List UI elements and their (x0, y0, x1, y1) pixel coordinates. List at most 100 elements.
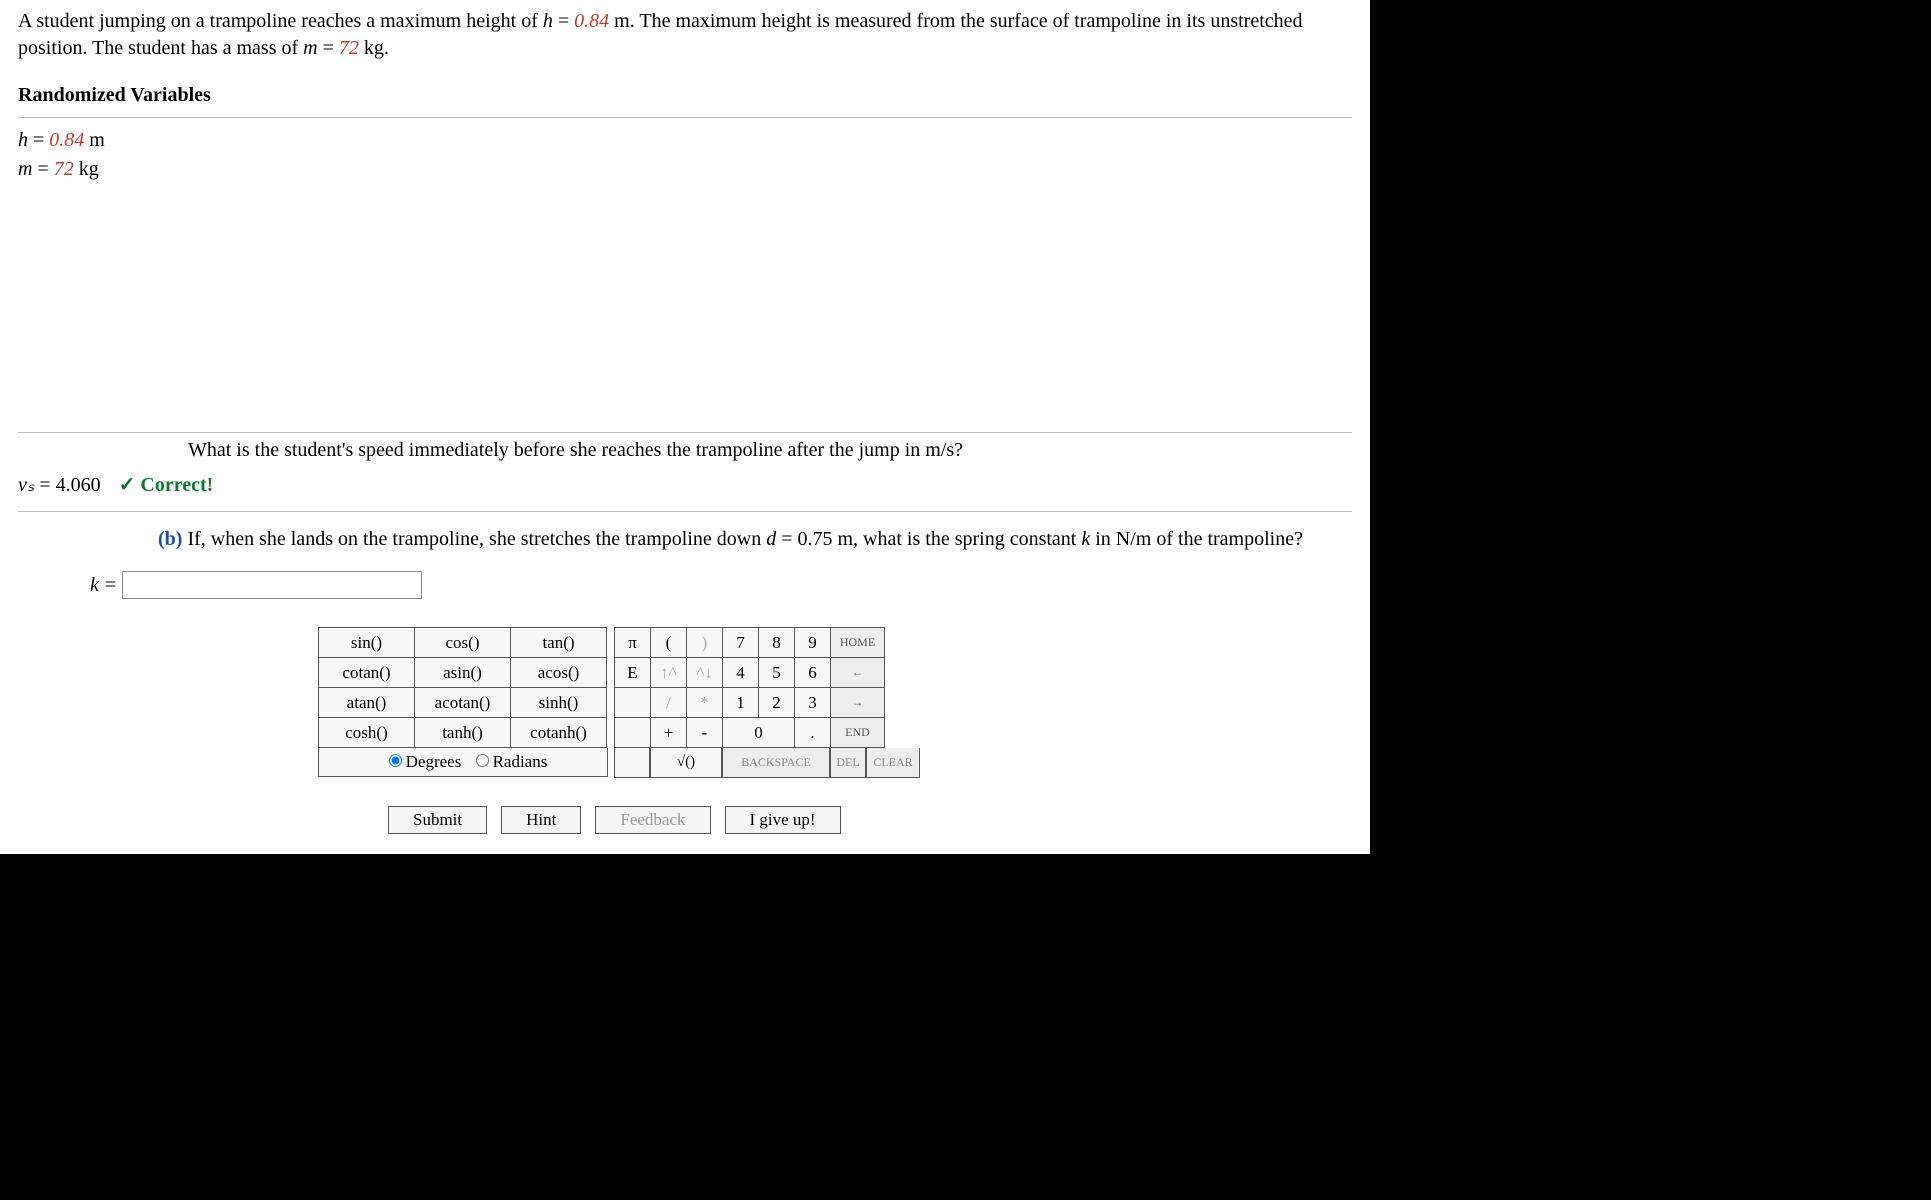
key-2[interactable]: 2 (759, 688, 795, 718)
key-8[interactable]: 8 (759, 628, 795, 658)
h-unit: m. (609, 10, 639, 32)
key-cos[interactable]: cos() (415, 628, 511, 658)
key-9[interactable]: 9 (795, 628, 831, 658)
h-eq: = (553, 10, 574, 32)
hint-button[interactable]: Hint (501, 806, 581, 834)
feedback-button[interactable]: Feedback (595, 806, 710, 834)
action-buttons: Submit Hint Feedback I give up! (388, 806, 1352, 834)
key-tan[interactable]: tan() (511, 628, 607, 658)
key-atan[interactable]: atan() (319, 688, 415, 718)
key-dot[interactable]: . (795, 718, 831, 748)
key-7[interactable]: 7 (723, 628, 759, 658)
var-m-eq: = (32, 158, 53, 180)
key-asin[interactable]: asin() (415, 658, 511, 688)
k-answer-label: k (90, 574, 99, 597)
m-unit: kg. (359, 37, 389, 59)
function-table: sin() cos() tan() cotan() asin() acos() … (318, 627, 607, 748)
answer-input[interactable] (122, 571, 422, 599)
answer-row: k = (18, 557, 1352, 613)
radians-option[interactable]: Radians (466, 752, 548, 771)
key-home[interactable]: HOME (831, 628, 885, 658)
divider-3 (18, 511, 1352, 512)
key-plus[interactable]: + (651, 718, 687, 748)
key-e[interactable]: E (615, 658, 651, 688)
key-close-paren[interactable]: ) (687, 628, 723, 658)
var-h: h = 0.84 m (18, 126, 1352, 155)
correct-indicator: ✓ Correct! (119, 472, 214, 497)
key-clear[interactable]: CLEAR (866, 748, 920, 778)
key-end[interactable]: END (831, 718, 885, 748)
key-acotan[interactable]: acotan() (415, 688, 511, 718)
key-power-down[interactable]: ^↓ (687, 658, 723, 688)
key-cosh[interactable]: cosh() (319, 718, 415, 748)
key-multiply[interactable]: * (687, 688, 723, 718)
key-1[interactable]: 1 (723, 688, 759, 718)
degrees-label: Degrees (406, 752, 462, 771)
key-3[interactable]: 3 (795, 688, 831, 718)
divider-2 (18, 432, 1352, 433)
part-b-label: (b) (158, 528, 182, 550)
var-h-val: 0.84 (49, 129, 84, 151)
k-symbol: k (1081, 528, 1090, 550)
d-symbol: d (766, 528, 776, 550)
radians-radio[interactable] (476, 754, 489, 767)
key-cotan[interactable]: cotan() (319, 658, 415, 688)
key-4[interactable]: 4 (723, 658, 759, 688)
vs-value: = 4.060 (34, 474, 100, 496)
angle-mode: Degrees Radians (318, 748, 608, 777)
var-m-val: 72 (54, 158, 74, 180)
key-acos[interactable]: acos() (511, 658, 607, 688)
key-5[interactable]: 5 (759, 658, 795, 688)
giveup-button[interactable]: I give up! (725, 806, 841, 834)
key-blank3 (614, 748, 650, 778)
d-eq-text: = 0.75 m, what is the spring constant (776, 528, 1081, 550)
key-sinh[interactable]: sinh() (511, 688, 607, 718)
m-value: 72 (339, 37, 359, 59)
part-a-answer-row: vₛ = 4.060 ✓ Correct! (18, 466, 1352, 507)
key-6[interactable]: 6 (795, 658, 831, 688)
key-blank2 (615, 718, 651, 748)
key-pi[interactable]: π (615, 628, 651, 658)
key-divide[interactable]: / (651, 688, 687, 718)
intro-prefix: A student jumping on a trampoline reache… (18, 10, 543, 32)
m-symbol: m (303, 37, 317, 59)
radians-label: Radians (493, 752, 548, 771)
key-tanh[interactable]: tanh() (415, 718, 511, 748)
key-cotanh[interactable]: cotanh() (511, 718, 607, 748)
vs-result: vₛ = 4.060 (18, 472, 101, 497)
problem-page: A student jumping on a trampoline reache… (0, 0, 1370, 854)
part-b-text-a: If, when she lands on the trampoline, sh… (182, 528, 766, 550)
key-minus[interactable]: - (687, 718, 723, 748)
key-right[interactable]: → (831, 688, 885, 718)
part-b-question: (b) If, when she lands on the trampoline… (18, 518, 1352, 557)
var-m: m = 72 kg (18, 155, 1352, 184)
func-block: sin() cos() tan() cotan() asin() acos() … (318, 627, 608, 777)
key-sin[interactable]: sin() (319, 628, 415, 658)
key-sqrt[interactable]: √() (650, 748, 722, 778)
degrees-option[interactable]: Degrees (379, 752, 462, 771)
key-backspace[interactable]: BACKSPACE (722, 748, 830, 778)
key-0[interactable]: 0 (723, 718, 795, 748)
var-h-sym: h (18, 129, 28, 151)
degrees-radio[interactable] (389, 754, 402, 767)
h-value: 0.84 (574, 10, 609, 32)
correct-text: Correct! (135, 474, 213, 496)
numeric-table: π ( ) 7 8 9 HOME E ↑^ ^↓ 4 5 6 (614, 627, 885, 748)
numeric-block: π ( ) 7 8 9 HOME E ↑^ ^↓ 4 5 6 (614, 627, 920, 778)
image-placeholder (18, 188, 1352, 428)
key-open-paren[interactable]: ( (651, 628, 687, 658)
key-left[interactable]: ← (831, 658, 885, 688)
k-answer-eq: = (105, 574, 116, 597)
problem-statement: A student jumping on a trampoline reache… (18, 8, 1352, 74)
key-blank1 (615, 688, 651, 718)
var-m-unit: kg (74, 158, 99, 180)
var-m-sym: m (18, 158, 32, 180)
check-icon: ✓ (119, 474, 136, 496)
vs-label: vₛ (18, 474, 34, 496)
calculator-keypad: sin() cos() tan() cotan() asin() acos() … (318, 627, 898, 778)
m-eq: = (318, 37, 339, 59)
var-h-unit: m (84, 129, 105, 151)
key-power-up[interactable]: ↑^ (651, 658, 687, 688)
key-del[interactable]: DEL (830, 748, 866, 778)
submit-button[interactable]: Submit (388, 806, 487, 834)
